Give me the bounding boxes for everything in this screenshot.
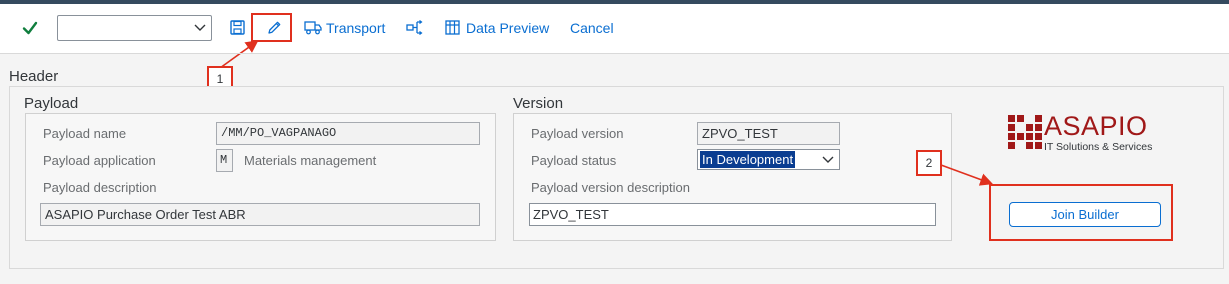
payload-description-field[interactable]: ASAPIO Purchase Order Test ABR bbox=[40, 203, 480, 226]
cancel-button[interactable]: Cancel bbox=[570, 19, 614, 37]
version-description-label: Payload version description bbox=[531, 180, 690, 195]
payload-name-label: Payload name bbox=[43, 126, 127, 141]
payload-version-field[interactable]: ZPVO_TEST bbox=[697, 122, 840, 145]
chevron-down-icon[interactable] bbox=[822, 156, 834, 164]
version-group-title: Version bbox=[513, 95, 564, 112]
header-title: Header bbox=[9, 68, 59, 85]
transport-button[interactable]: Transport bbox=[326, 19, 385, 37]
where-used-list-icon[interactable] bbox=[406, 19, 424, 36]
asapio-logo-mark-icon bbox=[1008, 115, 1042, 149]
payload-name-field[interactable]: /MM/PO_VAGPANAGO bbox=[216, 122, 480, 145]
toolbar-separator bbox=[0, 53, 1229, 54]
payload-application-code-field[interactable]: M bbox=[216, 149, 233, 172]
table-preview-icon[interactable] bbox=[445, 20, 460, 35]
payload-group-title: Payload bbox=[24, 95, 79, 112]
checkmark-icon[interactable] bbox=[22, 20, 38, 36]
payload-application-label: Payload application bbox=[43, 153, 156, 168]
transport-truck-icon[interactable] bbox=[304, 20, 322, 35]
logo-tagline: IT Solutions & Services bbox=[1044, 141, 1153, 153]
version-description-input[interactable]: ZPVO_TEST bbox=[529, 203, 936, 226]
payload-application-text: Materials management bbox=[244, 153, 377, 168]
payload-status-dropdown[interactable]: In Development bbox=[697, 149, 840, 170]
asapio-logo: ASAPIO IT Solutions & Services bbox=[1008, 111, 1168, 155]
payload-version-label: Payload version bbox=[531, 126, 624, 141]
annotation-arrow-2 bbox=[940, 164, 994, 186]
payload-status-label: Payload status bbox=[531, 153, 617, 168]
command-field[interactable] bbox=[57, 15, 212, 41]
join-builder-button[interactable]: Join Builder bbox=[1009, 202, 1161, 227]
logo-wordmark: ASAPIO bbox=[1044, 111, 1148, 141]
payload-description-label: Payload description bbox=[43, 180, 157, 195]
payload-status-value: In Development bbox=[700, 151, 796, 168]
data-preview-button[interactable]: Data Preview bbox=[466, 19, 549, 37]
